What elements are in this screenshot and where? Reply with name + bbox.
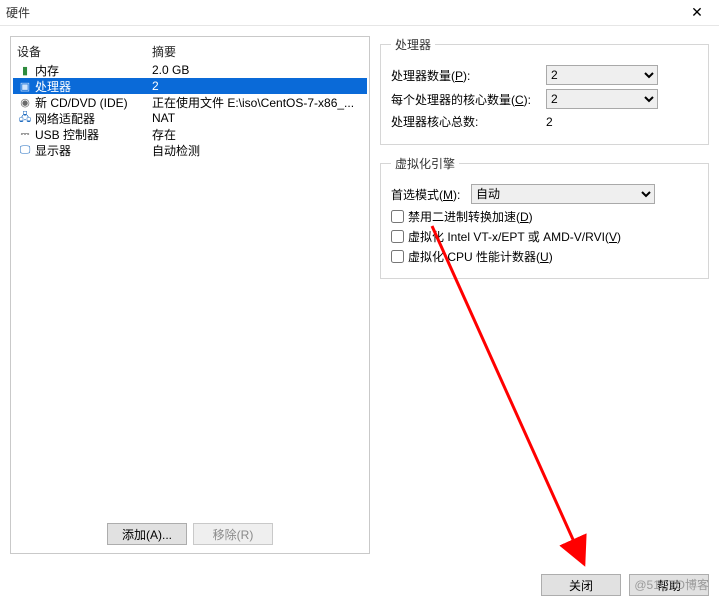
device-summary: 2.0 GB	[152, 63, 363, 77]
device-name: 网络适配器	[35, 110, 152, 127]
disable-binary-translation-checkbox[interactable]: 禁用二进制转换加速(D)	[391, 208, 698, 225]
virtualize-cpu-counters-checkbox[interactable]: 虚拟化 CPU 性能计数器(U)	[391, 248, 698, 265]
processor-group: 处理器 处理器数量(P): 2 每个处理器的核心数量(C): 2 处理器核心总数…	[380, 36, 709, 145]
virt-legend: 虚拟化引擎	[391, 155, 459, 172]
device-row-usb[interactable]: ⎓ USB 控制器 存在	[13, 126, 367, 142]
device-name: 处理器	[35, 78, 152, 95]
help-button[interactable]: 帮助	[629, 574, 709, 596]
virtualize-vt-x-checkbox[interactable]: 虚拟化 Intel VT-x/EPT 或 AMD-V/RVI(V)	[391, 228, 698, 245]
cpu-count-select[interactable]: 2	[546, 65, 658, 85]
device-row-display[interactable]: 🖵 显示器 自动检测	[13, 142, 367, 158]
device-row-cddvd[interactable]: ◉ 新 CD/DVD (IDE) 正在使用文件 E:\iso\CentOS-7-…	[13, 94, 367, 110]
device-row-memory[interactable]: ▮ 内存 2.0 GB	[13, 62, 367, 78]
cpu-count-label: 处理器数量(P):	[391, 67, 546, 84]
virtualization-group: 虚拟化引擎 首选模式(M): 自动 禁用二进制转换加速(D) 虚拟化 Intel…	[380, 155, 709, 279]
preferred-mode-select[interactable]: 自动	[471, 184, 655, 204]
list-headers: 设备 摘要	[11, 37, 369, 62]
device-row-cpu[interactable]: ▣ 处理器 2	[13, 78, 367, 94]
close-button[interactable]: 关闭	[541, 574, 621, 596]
checkbox-input[interactable]	[391, 250, 404, 263]
device-list: ▮ 内存 2.0 GB ▣ 处理器 2 ◉ 新 CD/DVD (IDE) 正在使…	[11, 62, 369, 517]
usb-icon: ⎓	[17, 127, 33, 141]
device-name: 显示器	[35, 142, 152, 159]
device-summary: 正在使用文件 E:\iso\CentOS-7-x86_...	[152, 94, 363, 111]
cpu-icon: ▣	[17, 79, 33, 93]
device-summary: 自动检测	[152, 142, 363, 159]
device-name: USB 控制器	[35, 126, 152, 143]
hardware-list-panel: 设备 摘要 ▮ 内存 2.0 GB ▣ 处理器 2 ◉ 新 CD/DVD (ID…	[10, 36, 370, 554]
total-cores-label: 处理器核心总数:	[391, 113, 546, 130]
col-device: 设备	[17, 43, 152, 60]
device-summary: 2	[152, 79, 363, 93]
device-summary: 存在	[152, 126, 363, 143]
checkbox-input[interactable]	[391, 230, 404, 243]
device-name: 新 CD/DVD (IDE)	[35, 94, 152, 111]
add-button[interactable]: 添加(A)...	[107, 523, 187, 545]
display-icon: 🖵	[17, 143, 33, 157]
preferred-mode-label: 首选模式(M):	[391, 186, 471, 203]
cores-per-cpu-select[interactable]: 2	[546, 89, 658, 109]
checkbox-label: 禁用二进制转换加速(D)	[408, 208, 533, 225]
processor-legend: 处理器	[391, 36, 435, 53]
checkbox-label: 虚拟化 Intel VT-x/EPT 或 AMD-V/RVI(V)	[408, 228, 621, 245]
total-cores-value: 2	[546, 115, 698, 129]
window-title: 硬件	[6, 4, 30, 21]
remove-button: 移除(R)	[193, 523, 273, 545]
close-icon[interactable]: ✕	[683, 3, 711, 23]
device-row-network[interactable]: 🖧 网络适配器 NAT	[13, 110, 367, 126]
device-name: 内存	[35, 62, 152, 79]
cores-per-cpu-label: 每个处理器的核心数量(C):	[391, 91, 546, 108]
checkbox-label: 虚拟化 CPU 性能计数器(U)	[408, 248, 553, 265]
col-summary: 摘要	[152, 43, 363, 60]
cd-icon: ◉	[17, 95, 33, 109]
memory-icon: ▮	[17, 63, 33, 77]
checkbox-input[interactable]	[391, 210, 404, 223]
network-icon: 🖧	[17, 111, 33, 125]
device-summary: NAT	[152, 111, 363, 125]
detail-panel: 处理器 处理器数量(P): 2 每个处理器的核心数量(C): 2 处理器核心总数…	[380, 36, 709, 554]
